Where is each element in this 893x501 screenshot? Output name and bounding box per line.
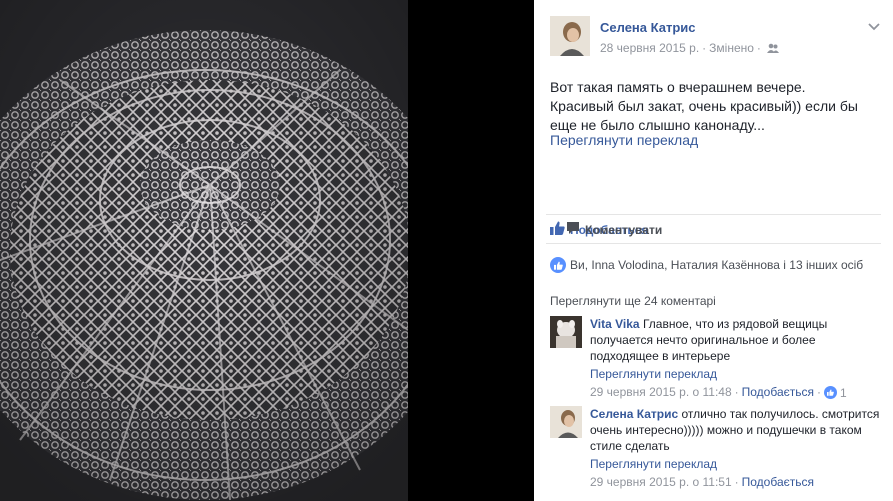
likes-summary-text: Ви, Inna Volodina, Наталия Казённова і 1… <box>570 258 864 272</box>
comment-body: Vita Vika Главное, что из рядовой вещицы… <box>590 316 880 401</box>
comment-like-link[interactable]: Подобається <box>742 475 814 489</box>
comment-button[interactable]: Коментувати <box>566 221 893 238</box>
comment-see-translation-link[interactable]: Переглянути переклад <box>590 366 880 382</box>
see-translation-link[interactable]: Переглянути переклад <box>550 132 698 148</box>
comment-author[interactable]: Селена Катрис <box>590 407 678 421</box>
comment-author[interactable]: Vita Vika <box>590 317 640 331</box>
view-more-comments-link[interactable]: Переглянути ще 24 коментарі <box>550 294 716 308</box>
comment-date[interactable]: 29 червня 2015 р. о 11:51 <box>590 475 732 489</box>
post-side-panel: Селена Катрис 28 червня 2015 р. · Змінено ·… <box>534 0 893 501</box>
comment-avatar[interactable] <box>550 406 582 438</box>
comment-meta: 29 червня 2015 р. о 11:51 · Подобається <box>590 475 814 489</box>
post-text-line: Красивый был закат, очень красивый)) есл… <box>550 98 858 114</box>
post-author-name[interactable]: Селена Катрис <box>600 20 695 35</box>
like-bubble-icon <box>824 386 837 399</box>
crochet-doily-image <box>0 0 408 501</box>
post-actions: Подобається Коментувати <box>550 221 662 237</box>
post-text: Вот такая память о вчерашнем вечере. Кра… <box>550 78 880 135</box>
speech-bubble-icon <box>566 221 580 238</box>
comment-button-label: Коментувати <box>585 222 663 237</box>
comment-like-link[interactable]: Подобається <box>742 385 814 399</box>
post-edited-label[interactable]: Змінено <box>709 41 754 55</box>
post-date[interactable]: 28 червня 2015 р. <box>600 41 699 55</box>
post-meta: 28 червня 2015 р. · Змінено · <box>600 41 779 57</box>
people-icon[interactable] <box>766 43 779 57</box>
comment-meta: 29 червня 2015 р. о 11:48 · Подобається · 1 <box>590 385 847 401</box>
comment-avatar[interactable] <box>550 316 582 348</box>
comment-body: Селена Катрис отлично так получилось. см… <box>590 406 880 490</box>
comment-like-count-value: 1 <box>840 385 847 400</box>
likes-summary[interactable]: Ви, Inna Volodina, Наталия Казённова і 1… <box>550 257 863 273</box>
photo-viewer <box>0 0 534 501</box>
like-bubble-icon <box>550 257 566 273</box>
chevron-down-icon[interactable] <box>868 20 880 34</box>
comment-like-count[interactable]: 1 <box>824 385 847 401</box>
post-text-line: Вот такая память о вчерашнем вечере. <box>550 79 806 95</box>
divider <box>546 214 881 215</box>
post-photo[interactable] <box>0 0 408 501</box>
comment-date[interactable]: 29 червня 2015 р. о 11:48 <box>590 385 732 399</box>
author-avatar[interactable] <box>550 16 590 56</box>
thumbs-up-icon <box>550 221 565 238</box>
divider <box>546 243 881 244</box>
post-header: Селена Катрис 28 червня 2015 р. · Змінено · <box>550 16 880 60</box>
comment-see-translation-link[interactable]: Переглянути переклад <box>590 456 880 472</box>
